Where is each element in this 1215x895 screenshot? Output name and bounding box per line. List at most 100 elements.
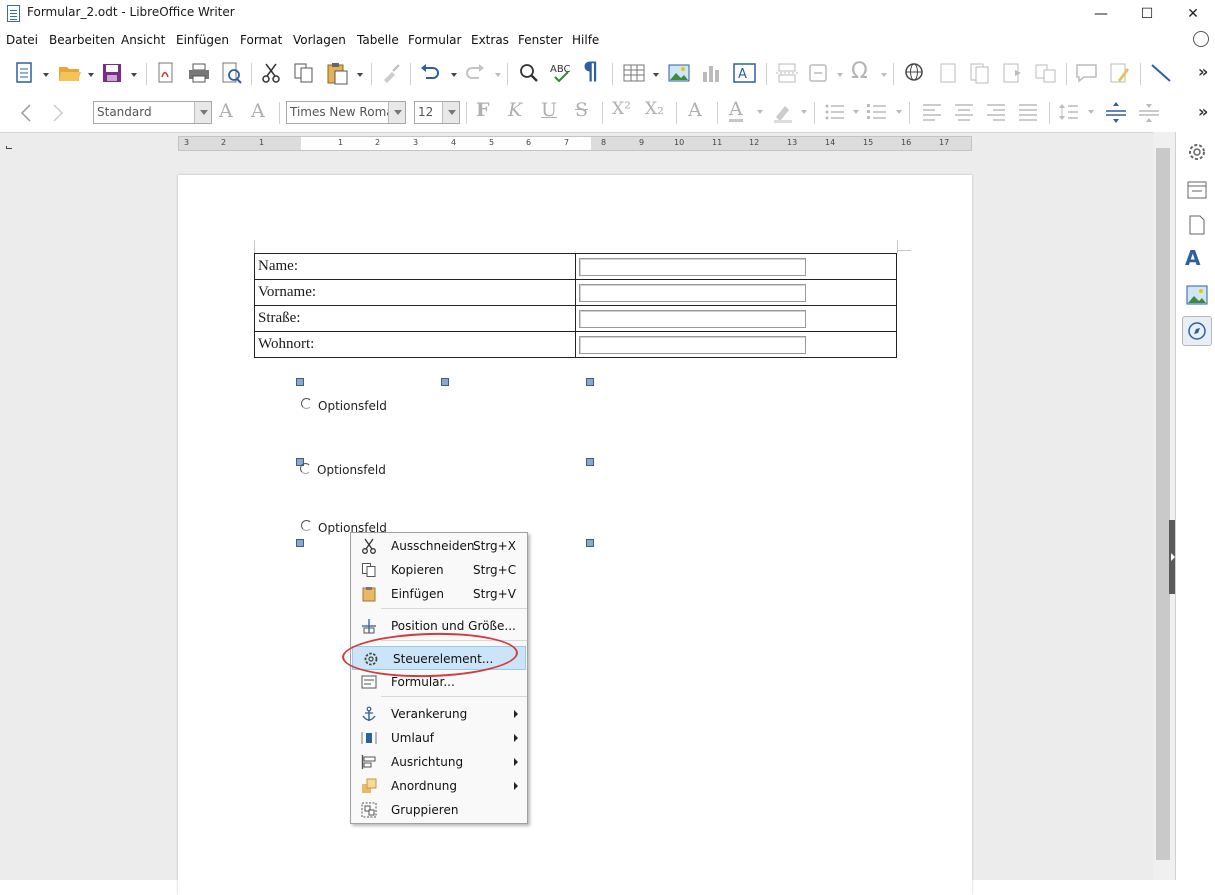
print-icon[interactable] bbox=[187, 62, 211, 84]
sidebar-forward-icon[interactable] bbox=[50, 102, 66, 124]
unordered-list-dropdown-icon[interactable] bbox=[853, 110, 859, 114]
save-icon[interactable] bbox=[101, 62, 123, 84]
menu-formular[interactable]: Formular bbox=[408, 33, 461, 47]
menu-tabelle[interactable]: Tabelle bbox=[357, 33, 399, 47]
copy-icon[interactable] bbox=[293, 62, 317, 84]
clone-formatting-icon[interactable] bbox=[380, 62, 402, 84]
menu-format[interactable]: Format bbox=[240, 33, 282, 47]
insert-hyperlink-icon[interactable] bbox=[903, 61, 927, 85]
insert-image-icon[interactable] bbox=[667, 62, 691, 84]
undo-dropdown-icon[interactable] bbox=[451, 73, 457, 77]
styles-a-icon[interactable]: A bbox=[1185, 246, 1200, 270]
new-style-icon[interactable]: A bbox=[251, 100, 265, 122]
option-field-label[interactable]: Optionsfeld bbox=[318, 399, 387, 413]
new-document-icon[interactable] bbox=[14, 62, 36, 84]
print-preview-icon[interactable] bbox=[220, 62, 244, 84]
special-char-dropdown-icon[interactable] bbox=[881, 73, 887, 77]
clear-formatting-icon[interactable]: A bbox=[688, 99, 702, 121]
insert-comment-icon[interactable] bbox=[1075, 62, 1099, 84]
toolbar2-overflow-icon[interactable]: » bbox=[1198, 102, 1208, 121]
formatting-marks-icon[interactable]: ¶ bbox=[583, 57, 598, 85]
align-center-icon[interactable] bbox=[953, 102, 975, 122]
menu-bearbeiten[interactable]: Bearbeiten bbox=[49, 33, 115, 47]
insert-footnote-icon[interactable] bbox=[937, 62, 959, 84]
toolbar-overflow-icon[interactable]: » bbox=[1198, 62, 1208, 81]
properties-gear-icon[interactable] bbox=[1186, 141, 1208, 163]
font-name-dropdown-icon[interactable] bbox=[388, 102, 405, 123]
option-field-label[interactable]: Optionsfeld bbox=[317, 463, 386, 477]
gallery-icon[interactable] bbox=[1186, 284, 1208, 306]
subscript-icon[interactable]: X₂ bbox=[645, 99, 664, 119]
scrollbar-thumb[interactable] bbox=[1156, 148, 1170, 860]
unordered-list-icon[interactable] bbox=[824, 102, 846, 122]
menu-item-kopieren[interactable]: Kopieren Strg+C bbox=[351, 558, 527, 582]
paste-icon[interactable] bbox=[326, 61, 352, 85]
wohnort-text-field[interactable] bbox=[579, 335, 806, 354]
insert-page-break-icon[interactable] bbox=[775, 62, 799, 84]
menu-ansicht[interactable]: Ansicht bbox=[121, 33, 165, 47]
new-dropdown-icon[interactable] bbox=[43, 73, 49, 77]
open-folder-icon[interactable] bbox=[57, 62, 83, 84]
undo-icon[interactable] bbox=[418, 62, 442, 84]
bold-icon[interactable]: F bbox=[476, 99, 490, 121]
menu-item-gruppieren[interactable]: Gruppieren bbox=[351, 798, 527, 822]
spelling-icon[interactable]: ABC bbox=[549, 61, 575, 85]
vertical-scrollbar[interactable] bbox=[1153, 132, 1175, 880]
justify-icon[interactable] bbox=[1017, 102, 1039, 122]
styles-panel-icon[interactable] bbox=[1186, 179, 1208, 201]
save-dropdown-icon[interactable] bbox=[131, 73, 137, 77]
italic-icon[interactable]: K bbox=[508, 99, 522, 121]
insert-table-icon[interactable] bbox=[622, 62, 646, 84]
page-panel-icon[interactable] bbox=[1186, 214, 1208, 236]
line-spacing-dropdown-icon[interactable] bbox=[1088, 110, 1094, 114]
highlighting-dropdown-icon[interactable] bbox=[801, 110, 807, 114]
redo-dropdown-icon[interactable] bbox=[495, 73, 501, 77]
strasse-text-field[interactable] bbox=[579, 309, 806, 328]
cut-icon[interactable] bbox=[260, 62, 282, 84]
font-color-dropdown-icon[interactable] bbox=[757, 110, 763, 114]
insert-textbox-icon[interactable]: A bbox=[732, 62, 758, 84]
insert-endnote-icon[interactable] bbox=[968, 62, 992, 84]
menu-fenster[interactable]: Fenster bbox=[518, 33, 563, 47]
font-size-combo[interactable]: 12 bbox=[414, 101, 460, 124]
insert-bookmark-icon[interactable] bbox=[1001, 62, 1025, 84]
name-text-field[interactable] bbox=[579, 257, 806, 276]
menu-item-ausschneiden[interactable]: Ausschneiden Strg+X bbox=[351, 534, 527, 558]
menu-hilfe[interactable]: Hilfe bbox=[572, 33, 599, 47]
menu-vorlagen[interactable]: Vorlagen bbox=[293, 33, 346, 47]
paragraph-style-dropdown-icon[interactable] bbox=[194, 102, 211, 123]
menu-datei[interactable]: Datei bbox=[6, 33, 38, 47]
selection-handle[interactable] bbox=[296, 539, 304, 547]
globe-icon[interactable] bbox=[1193, 31, 1209, 47]
insert-chart-icon[interactable] bbox=[700, 62, 722, 84]
underline-icon[interactable]: U bbox=[541, 99, 557, 121]
insert-line-icon[interactable] bbox=[1149, 62, 1173, 84]
menu-einfuegen[interactable]: Einfügen bbox=[176, 33, 229, 47]
redo-icon[interactable] bbox=[463, 62, 487, 84]
ordered-list-icon[interactable] bbox=[866, 102, 888, 122]
menu-item-einfuegen[interactable]: Einfügen Strg+V bbox=[351, 582, 527, 606]
table-dropdown-icon[interactable] bbox=[653, 73, 659, 77]
selection-handle[interactable] bbox=[586, 539, 594, 547]
line-spacing-icon[interactable] bbox=[1058, 102, 1080, 122]
menu-extras[interactable]: Extras bbox=[471, 33, 509, 47]
strikethrough-icon[interactable]: S bbox=[575, 99, 588, 121]
align-left-icon[interactable] bbox=[921, 102, 943, 122]
horizontal-ruler[interactable]: 3 2 1 1 2 3 4 5 6 7 8 9 10 11 12 13 14 1… bbox=[178, 136, 972, 151]
selection-handle[interactable] bbox=[586, 378, 594, 386]
selection-handle[interactable] bbox=[441, 378, 449, 386]
close-button[interactable]: ✕ bbox=[1170, 0, 1215, 30]
insert-cross-reference-icon[interactable] bbox=[1034, 62, 1058, 84]
font-color-icon[interactable]: A bbox=[729, 99, 743, 122]
menu-item-verankerung[interactable]: Verankerung bbox=[351, 702, 527, 726]
decrease-paragraph-spacing-icon[interactable] bbox=[1137, 101, 1161, 123]
option-radio-icon[interactable] bbox=[300, 463, 311, 474]
open-dropdown-icon[interactable] bbox=[88, 73, 94, 77]
superscript-icon[interactable]: X² bbox=[612, 99, 631, 119]
update-style-icon[interactable]: A bbox=[219, 100, 233, 122]
insert-field-icon[interactable] bbox=[807, 62, 829, 84]
selection-handle[interactable] bbox=[586, 458, 594, 466]
paragraph-style-combo[interactable]: Standard bbox=[93, 101, 212, 124]
highlighting-icon[interactable] bbox=[771, 101, 795, 123]
tab-stop-selector[interactable] bbox=[6, 146, 12, 149]
